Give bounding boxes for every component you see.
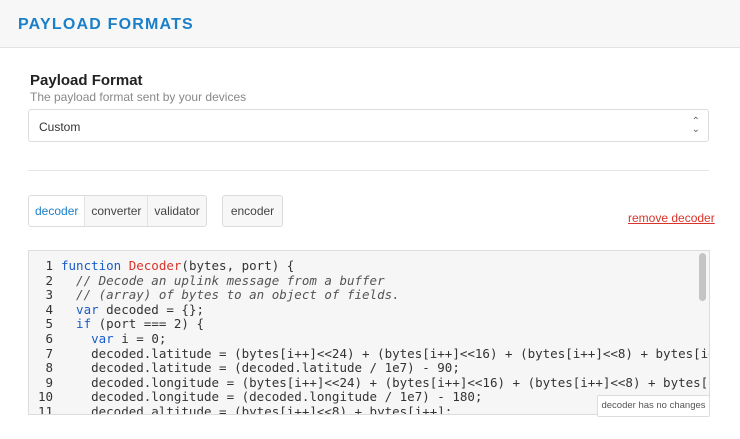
code-line: 6 var i = 0; [29, 330, 697, 347]
line-code: if (port === 2) { [61, 317, 204, 332]
line-code: decoded.longitude = (decoded.longitude /… [61, 390, 482, 405]
payload-format-select[interactable]: Custom ⌃ ⌄ [28, 109, 709, 142]
code-line: 5 if (port === 2) { [29, 317, 697, 332]
line-number: 4 [45, 301, 53, 317]
code-line: 1 function Decoder(bytes, port) { [29, 258, 697, 274]
code-token: (port === 2) { [98, 316, 204, 332]
line-number: 9 [45, 374, 53, 390]
line-code: function Decoder(bytes, port) { [61, 258, 295, 274]
payload-format-selected: Custom [39, 120, 81, 134]
code-token: decoded.latitude = (bytes[i++]<<24) + (b… [61, 345, 710, 361]
line-code: decoded.latitude = (decoded.latitude / 1… [61, 360, 460, 376]
select-caret-icon: ⌃ ⌄ [691, 116, 700, 135]
line-number: 10 [37, 389, 53, 405]
line-number: 6 [45, 330, 53, 346]
payload-format-help: The payload format sent by your devices [30, 90, 247, 104]
payload-format-label: Payload Format [30, 72, 143, 89]
line-number: 2 [45, 272, 53, 288]
editor-scrollbar[interactable] [699, 253, 706, 301]
page-title: PAYLOAD FORMATS [18, 16, 194, 33]
code-token: if [61, 316, 99, 332]
code-token: (bytes, port) { [181, 258, 295, 273]
tab-validator[interactable]: validator [148, 196, 205, 226]
line-number: 3 [45, 287, 53, 303]
line-code: decoded.altitude = (bytes[i++]<<8) + byt… [61, 403, 453, 415]
code-token: var [61, 330, 122, 346]
code-token: decoded = {}; [106, 301, 204, 317]
line-number: 8 [45, 360, 53, 376]
code-line: 7 decoded.latitude = (bytes[i++]<<24) + … [29, 345, 709, 362]
code-token: // (array) of bytes to an object of fiel… [61, 287, 400, 303]
code-lines: 1 function Decoder(bytes, port) {2 // Dec… [29, 258, 709, 415]
line-number: 11 [37, 403, 53, 415]
line-code: decoded.latitude = (bytes[i++]<<24) + (b… [61, 345, 710, 362]
code-token: var [61, 301, 107, 317]
function-tabs: decoder converter validator [28, 195, 207, 227]
line-code: // (array) of bytes to an object of fiel… [61, 287, 400, 303]
section-divider [28, 170, 709, 171]
code-token: decoded.longitude = (decoded.longitude /… [61, 389, 483, 405]
code-line: 4 var decoded = {}; [29, 301, 697, 318]
code-line: 8 decoded.latitude = (decoded.latitude /… [29, 360, 697, 376]
code-token: Decoder [128, 258, 182, 273]
code-token: function [61, 258, 129, 273]
line-number: 1 [45, 258, 53, 273]
code-token: i = 0; [121, 330, 167, 346]
line-code: var decoded = {}; [61, 301, 204, 318]
page-header: PAYLOAD FORMATS [0, 0, 740, 48]
tab-converter[interactable]: converter [85, 196, 149, 226]
line-number: 7 [45, 345, 53, 361]
code-token: decoded.altitude = (bytes[i++]<<8) + byt… [61, 403, 453, 415]
line-number: 5 [45, 316, 53, 332]
code-editor[interactable]: 1 function Decoder(bytes, port) {2 // Dec… [28, 250, 710, 415]
line-code: var i = 0; [61, 330, 167, 347]
tab-decoder[interactable]: decoder [29, 196, 86, 226]
code-line: 3 // (array) of bytes to an object of fi… [29, 287, 697, 303]
line-code: decoded.longitude = (bytes[i++]<<24) + (… [61, 374, 710, 391]
code-token: decoded.longitude = (bytes[i++]<<24) + (… [61, 374, 710, 390]
code-line: 2 // Decode an uplink message from a buf… [29, 272, 697, 289]
code-line: 9 decoded.longitude = (bytes[i++]<<24) +… [29, 374, 709, 391]
line-code: // Decode an uplink message from a buffe… [61, 272, 385, 289]
status-toast: decoder has no changes [597, 395, 710, 417]
remove-decoder-link[interactable]: remove decoder [628, 211, 715, 225]
code-token: decoded.latitude = (decoded.latitude / 1… [61, 360, 460, 376]
tab-encoder[interactable]: encoder [222, 195, 283, 227]
code-token: // Decode an uplink message from a buffe… [61, 272, 385, 288]
